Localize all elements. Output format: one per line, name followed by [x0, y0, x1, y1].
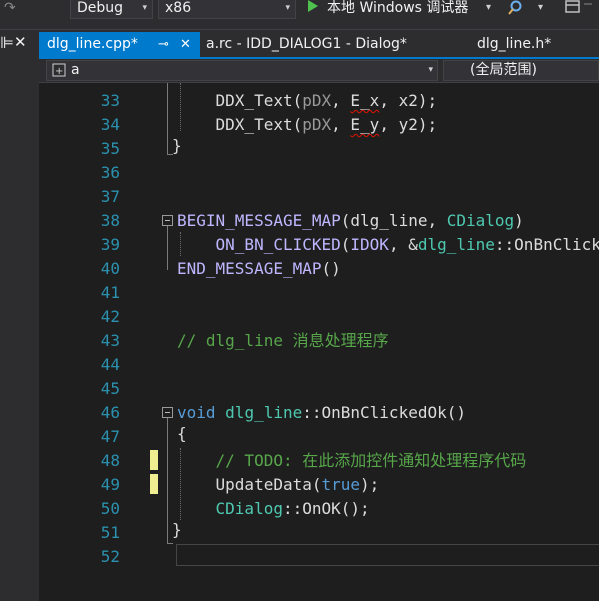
main-toolbar: ↷ Debug ▾ x86 ▾ 本地 Windows 调试器 ▾ ▾: [0, 0, 599, 30]
chevron-down-icon: ▾: [428, 65, 433, 75]
close-tab-icon[interactable]: ✕: [180, 32, 191, 57]
pin-tab-icon[interactable]: ⊸: [158, 32, 169, 57]
scope-value: (全局范围): [470, 62, 537, 78]
close-icon[interactable]: ✕: [14, 33, 27, 51]
start-debugging-button[interactable]: 本地 Windows 调试器: [305, 0, 500, 20]
layout-icon[interactable]: [562, 0, 596, 18]
tab-dlg-line-cpp[interactable]: dlg_line.cpp* ⊸ ✕: [39, 32, 200, 57]
tab-label: a.rc - IDD_DIALOG1 - Dialog*: [206, 36, 407, 52]
navigation-bar: + a ▾ (全局范围): [39, 59, 599, 83]
solution-configuration-dropdown[interactable]: Debug ▾: [70, 0, 153, 19]
solution-platform-dropdown[interactable]: x86 ▾: [158, 0, 296, 19]
redo-icon[interactable]: ↷: [4, 0, 16, 18]
run-dropdown-chevron-icon[interactable]: ▾: [486, 0, 491, 18]
project-icon: +: [52, 63, 66, 77]
platform-value: x86: [165, 0, 192, 16]
find-icon[interactable]: [508, 0, 528, 18]
tab-dlg-line-h[interactable]: dlg_line.h*: [469, 32, 589, 57]
left-tool-strip: ⊫ ✕: [0, 30, 39, 601]
svg-text:+: +: [55, 66, 63, 77]
chevron-down-icon: ▾: [142, 3, 147, 13]
scope-dropdown[interactable]: (全局范围): [443, 60, 599, 81]
start-debugging-label: 本地 Windows 调试器: [327, 0, 469, 16]
find-dropdown-icon[interactable]: ▾: [538, 0, 543, 18]
project-dropdown[interactable]: + a ▾: [46, 60, 438, 81]
tab-label: dlg_line.cpp*: [47, 36, 138, 52]
play-icon: [308, 0, 318, 12]
pin-icon[interactable]: ⊫: [0, 33, 14, 52]
tab-label: dlg_line.h*: [477, 36, 552, 52]
project-value: a: [71, 62, 80, 78]
code-editor[interactable]: [39, 83, 599, 601]
document-tab-strip: dlg_line.cpp* ⊸ ✕ a.rc - IDD_DIALOG1 - D…: [39, 30, 599, 57]
tab-a-rc-dialog[interactable]: a.rc - IDD_DIALOG1 - Dialog*: [200, 32, 440, 57]
configuration-value: Debug: [77, 0, 124, 16]
chevron-down-icon: ▾: [285, 3, 290, 13]
